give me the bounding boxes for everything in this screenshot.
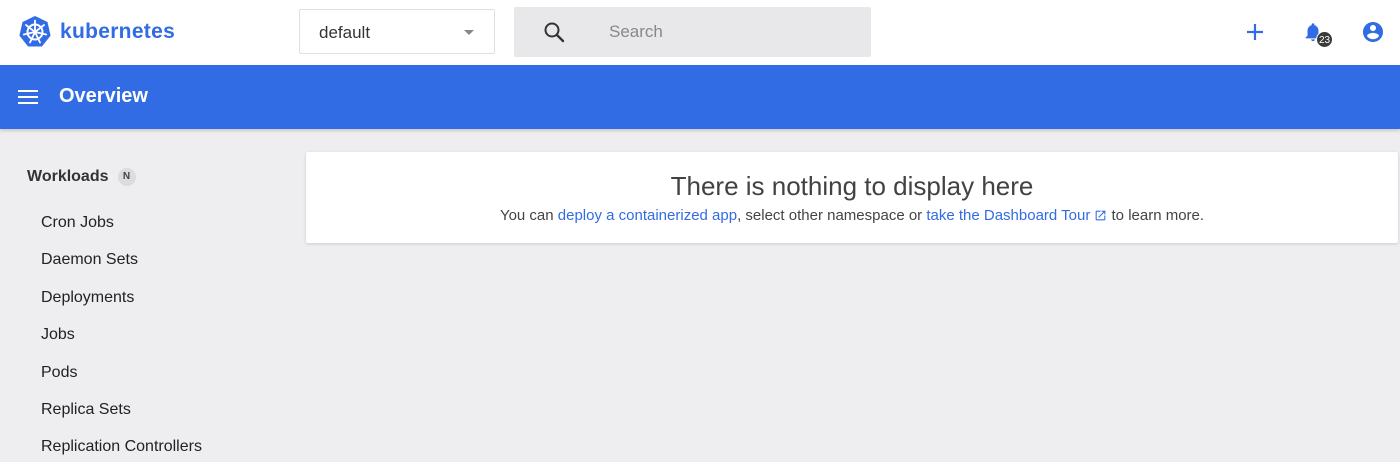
caret-down-icon — [464, 30, 474, 35]
sidebar-item-jobs[interactable]: Jobs — [41, 326, 75, 344]
page-title: Overview — [59, 85, 148, 107]
sidebar-item-deployments[interactable]: Deployments — [41, 289, 134, 307]
namespace-select[interactable]: default — [299, 9, 495, 54]
sidebar-item-replica-sets[interactable]: Replica Sets — [41, 401, 131, 419]
account-circle-icon — [1363, 22, 1383, 42]
deploy-app-link[interactable]: deploy a containerized app — [558, 207, 737, 224]
sidebar-item-pods[interactable]: Pods — [41, 364, 77, 382]
empty-state-suffix: to learn more. — [1107, 207, 1205, 224]
empty-state-title: There is nothing to display here — [670, 171, 1034, 201]
notifications-count-badge: 23 — [1316, 31, 1334, 48]
search-bar — [514, 7, 871, 57]
sidebar-item-cron-jobs[interactable]: Cron Jobs — [41, 214, 114, 232]
brand[interactable]: kubernetes — [18, 14, 175, 50]
sidebar-item-replication-controllers[interactable]: Replication Controllers — [41, 438, 202, 456]
empty-state-middle: , select other namespace or — [737, 207, 927, 224]
empty-state-prefix: You can — [499, 207, 558, 224]
dashboard-tour-link[interactable]: take the Dashboard Tour — [926, 207, 1107, 224]
namespace-select-value: default — [319, 23, 371, 42]
top-toolbar: kubernetes default 23 — [0, 0, 1400, 65]
dashboard-tour-link-label: take the Dashboard Tour — [926, 207, 1091, 224]
title-bar: Overview — [0, 65, 1400, 129]
empty-state-message: You can deploy a containerized app, sele… — [306, 207, 1398, 224]
sidebar-nav: Workloads N Cron Jobs Daemon Sets Deploy… — [0, 129, 290, 462]
kubernetes-helm-icon — [19, 16, 51, 47]
create-button[interactable] — [1240, 17, 1270, 47]
empty-state-card: There is nothing to display here You can… — [306, 152, 1398, 243]
open-in-new-icon — [1095, 210, 1106, 221]
search-input[interactable] — [609, 7, 859, 57]
namespaced-badge: N — [117, 168, 136, 186]
sidebar-item-daemon-sets[interactable]: Daemon Sets — [41, 251, 138, 269]
brand-name: kubernetes — [60, 20, 176, 43]
notifications-button[interactable]: 23 — [1298, 17, 1334, 48]
menu-hamburger-icon[interactable] — [16, 85, 40, 109]
search-icon[interactable] — [542, 20, 566, 44]
sidebar-section-workloads[interactable]: Workloads N — [27, 168, 136, 186]
sidebar-section-label: Workloads — [27, 168, 109, 185]
account-button[interactable] — [1358, 17, 1388, 47]
plus-icon — [1247, 24, 1263, 40]
